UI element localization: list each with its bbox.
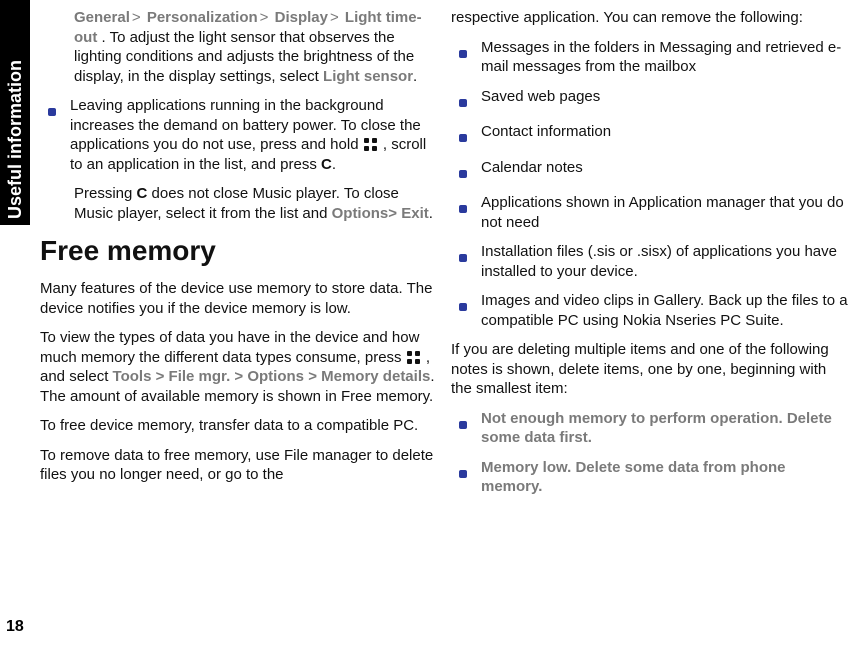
heading-free-memory: Free memory bbox=[40, 233, 439, 269]
page-number: 18 bbox=[6, 618, 24, 636]
side-tab-label: Useful information bbox=[0, 0, 30, 225]
bullet-icon bbox=[451, 291, 475, 317]
bullet-icon bbox=[451, 38, 475, 64]
bullet-item: Installation files (.sis or .sisx) of ap… bbox=[451, 242, 850, 281]
para-free-memory-2: To view the types of data you have in th… bbox=[40, 328, 439, 406]
side-tab: Useful information bbox=[0, 0, 30, 225]
bullet-icon bbox=[40, 96, 64, 122]
para-breadcrumb-intro: General> Personalization> Display> Light… bbox=[40, 8, 439, 86]
right-column: respective application. You can remove t… bbox=[451, 8, 850, 640]
bullet-icon bbox=[451, 242, 475, 268]
bullet-text: Images and video clips in Gallery. Back … bbox=[475, 291, 850, 330]
breadcrumb-item: Display bbox=[275, 9, 328, 26]
para-text: . bbox=[413, 68, 417, 85]
bullet-icon bbox=[451, 409, 475, 435]
bullet-icon bbox=[451, 193, 475, 219]
bullet-item: Images and video clips in Gallery. Back … bbox=[451, 291, 850, 330]
breadcrumb-item: General bbox=[74, 9, 130, 26]
app-key-icon bbox=[363, 137, 379, 153]
warning-text: Memory low. Delete some data from phone … bbox=[475, 458, 850, 497]
para-delete-note: If you are deleting multiple items and o… bbox=[451, 340, 850, 399]
label-memory-details: Memory details bbox=[321, 368, 430, 385]
bullet-icon bbox=[451, 87, 475, 113]
bullet-text: Leaving applications running in the back… bbox=[64, 96, 439, 174]
key-c: C bbox=[137, 185, 148, 202]
bullet-item: Calendar notes bbox=[451, 158, 850, 184]
para-free-memory-1: Many features of the device use memory t… bbox=[40, 279, 439, 318]
bullet-text: Calendar notes bbox=[475, 158, 850, 178]
bullet-item: Leaving applications running in the back… bbox=[40, 96, 439, 174]
bullet-item: Applications shown in Application manage… bbox=[451, 193, 850, 232]
breadcrumb-sep: > bbox=[258, 9, 271, 26]
bullet-item: Not enough memory to perform operation. … bbox=[451, 409, 850, 448]
breadcrumb-sep: > bbox=[156, 368, 165, 385]
key-c: C bbox=[321, 156, 332, 173]
text: Pressing bbox=[74, 185, 137, 202]
left-column: General> Personalization> Display> Light… bbox=[40, 8, 439, 640]
breadcrumb-sep: > bbox=[234, 368, 243, 385]
bullet-text: Messages in the folders in Messaging and… bbox=[475, 38, 850, 77]
breadcrumb-sep: > bbox=[388, 205, 397, 222]
breadcrumb-sep: > bbox=[130, 9, 143, 26]
para-free-memory-3: To free device memory, transfer data to … bbox=[40, 416, 439, 436]
bullet-text: Contact information bbox=[475, 122, 850, 142]
label-options: Options bbox=[247, 368, 304, 385]
para-remove-intro: respective application. You can remove t… bbox=[451, 8, 850, 28]
bullet-item: Messages in the folders in Messaging and… bbox=[451, 38, 850, 77]
bullet-text: Saved web pages bbox=[475, 87, 850, 107]
bullet-icon bbox=[451, 458, 475, 484]
bullet-text: Installation files (.sis or .sisx) of ap… bbox=[475, 242, 850, 281]
app-key-icon bbox=[406, 350, 422, 366]
breadcrumb-sep: > bbox=[328, 9, 341, 26]
para-free-memory-4: To remove data to free memory, use File … bbox=[40, 446, 439, 485]
para-music-player: Pressing C does not close Music player. … bbox=[40, 184, 439, 223]
text: To view the types of data you have in th… bbox=[40, 329, 419, 366]
text: . bbox=[429, 205, 433, 222]
label-light-sensor: Light sensor bbox=[323, 68, 413, 85]
bullet-text: Applications shown in Application manage… bbox=[475, 193, 850, 232]
breadcrumb-item: Personalization bbox=[147, 9, 258, 26]
bullet-item: Saved web pages bbox=[451, 87, 850, 113]
label-exit: Exit bbox=[401, 205, 429, 222]
bullet-icon bbox=[451, 122, 475, 148]
breadcrumb-sep: > bbox=[308, 368, 317, 385]
label-file-mgr: File mgr. bbox=[169, 368, 231, 385]
text: . bbox=[332, 156, 336, 173]
warning-text: Not enough memory to perform operation. … bbox=[475, 409, 850, 448]
label-tools: Tools bbox=[113, 368, 152, 385]
page-content: General> Personalization> Display> Light… bbox=[40, 8, 850, 640]
label-options: Options bbox=[332, 205, 389, 222]
bullet-item: Memory low. Delete some data from phone … bbox=[451, 458, 850, 497]
bullet-icon bbox=[451, 158, 475, 184]
bullet-item: Contact information bbox=[451, 122, 850, 148]
